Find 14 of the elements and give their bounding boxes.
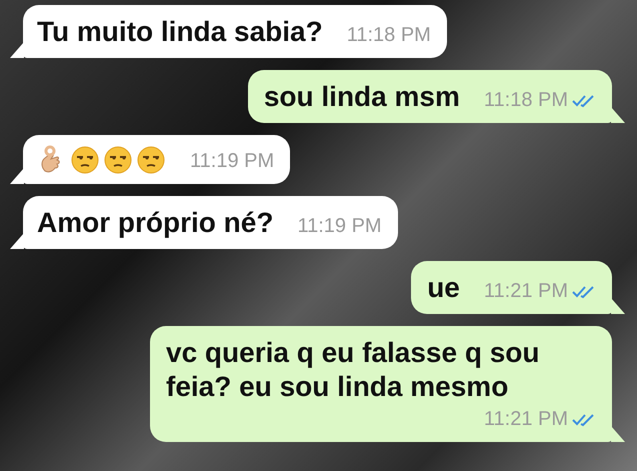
message-text: ue [427,271,460,305]
message-time: 11:21 PM [484,408,568,431]
unamused-face-icon [136,145,166,175]
message-text: sou linda msm [264,80,460,114]
message-time: 11:18 PM [346,24,431,47]
unamused-face-icon [70,145,100,175]
message-text: Amor próprio né? [37,206,274,240]
message-time: 11:18 PM [484,89,568,112]
message-time: 11:21 PM [484,280,568,303]
message-text: Tu muito linda sabia? [37,15,323,49]
message-time: 11:19 PM [190,150,274,173]
unamused-face-icon [103,145,133,175]
message-text: vc queria q eu falasse q sou feia? eu sou linda mesmo [166,336,540,404]
message-time: 11:19 PM [297,215,382,238]
